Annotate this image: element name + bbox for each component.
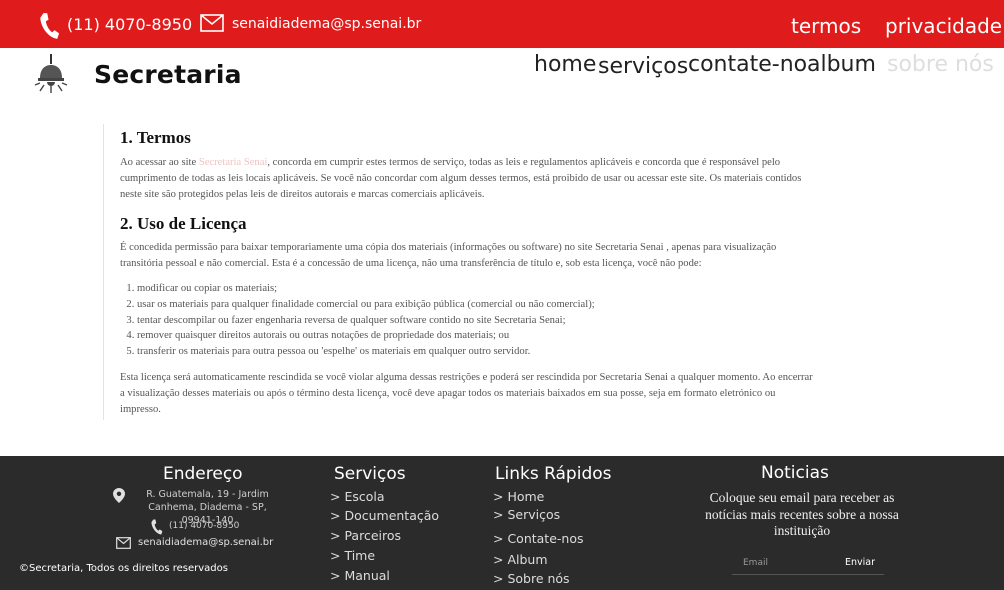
list-item: usar os materiais para qualquer finalida… xyxy=(137,297,815,313)
nav-servicos[interactable]: serviços xyxy=(598,54,688,79)
section-title-termos: 1. Termos xyxy=(120,128,191,147)
footer-link-sobre[interactable]: > Sobre nós xyxy=(493,571,570,586)
footer-service-time[interactable]: > Time xyxy=(330,548,375,563)
envelope-icon xyxy=(200,14,224,32)
map-pin-icon xyxy=(113,488,125,503)
brand-name[interactable]: Secretaria xyxy=(94,60,242,89)
footer-links-title: Links Rápidos xyxy=(495,464,612,484)
footer-services-title: Serviços xyxy=(334,464,406,484)
privacy-link[interactable]: privacidade xyxy=(885,14,1002,38)
copyright: ©Secretaria, Todos os direitos reservado… xyxy=(19,563,228,574)
restrictions-list: modificar ou copiar os materiais; usar o… xyxy=(137,281,815,360)
nav-home[interactable]: home xyxy=(534,52,596,77)
site-link[interactable]: Secretaria Senai xyxy=(199,157,268,168)
nav-contate[interactable]: contate-no xyxy=(688,52,807,77)
section-intro-licenca: É concedida permissão para baixar tempor… xyxy=(120,242,777,269)
list-item: tentar descompilar ou fazer engenharia r… xyxy=(137,313,815,329)
footer-service-escola[interactable]: > Escola xyxy=(330,489,385,504)
footer-service-parceiros[interactable]: > Parceiros xyxy=(330,528,401,543)
terms-content: 1. Termos Ao acessar ao site Secretaria … xyxy=(103,124,815,420)
topbar-phone: (11) 4070-8950 xyxy=(67,15,193,34)
phone-icon xyxy=(40,13,60,39)
top-bar: (11) 4070-8950 senaidiadema@sp.senai.br … xyxy=(0,0,1004,48)
footer: Endereço R. Guatemala, 19 - Jardim Canhe… xyxy=(0,456,1004,590)
section-title-licenca: 2. Uso de Licença xyxy=(120,214,247,233)
footer-link-album[interactable]: > Album xyxy=(493,552,548,567)
text-segment: Ao acessar ao site xyxy=(120,157,199,168)
terms-link[interactable]: termos xyxy=(791,14,861,38)
newsletter-send-button[interactable]: Enviar xyxy=(836,551,884,575)
footer-service-manual[interactable]: > Manual xyxy=(330,568,390,583)
ceiling-lamp-icon[interactable] xyxy=(34,54,68,94)
list-item: modificar ou copiar os materiais; xyxy=(137,281,815,297)
footer-address-title: Endereço xyxy=(163,464,243,484)
section-closing-licenca: Esta licença será automaticamente rescin… xyxy=(120,371,813,415)
list-item: remover quaisquer direitos autorais ou o… xyxy=(137,328,815,344)
footer-news-title: Noticias xyxy=(761,463,829,483)
footer-phone: (11) 4070-8950 xyxy=(169,521,240,531)
footer-service-documentacao[interactable]: > Documentação xyxy=(330,508,439,523)
footer-link-contate[interactable]: > Contate-nos xyxy=(493,531,584,546)
newsletter-text: Coloque seu email para receber as notíci… xyxy=(705,490,899,538)
footer-link-home[interactable]: > Home xyxy=(493,489,544,504)
nav-album[interactable]: album xyxy=(807,52,876,77)
topbar-email: senaidiadema@sp.senai.br xyxy=(232,16,422,32)
nav-sobre[interactable]: sobre nós xyxy=(887,52,994,77)
list-item: transferir os materiais para outra pesso… xyxy=(137,344,815,360)
footer-link-servicos[interactable]: > Serviços xyxy=(493,507,560,522)
section-text-termos: Ao acessar ao site Secretaria Senai, con… xyxy=(120,155,815,203)
envelope-icon xyxy=(116,537,131,549)
footer-email[interactable]: senaidiadema@sp.senai.br xyxy=(138,537,273,548)
newsletter-email-input[interactable] xyxy=(732,551,836,575)
phone-icon xyxy=(151,519,163,535)
